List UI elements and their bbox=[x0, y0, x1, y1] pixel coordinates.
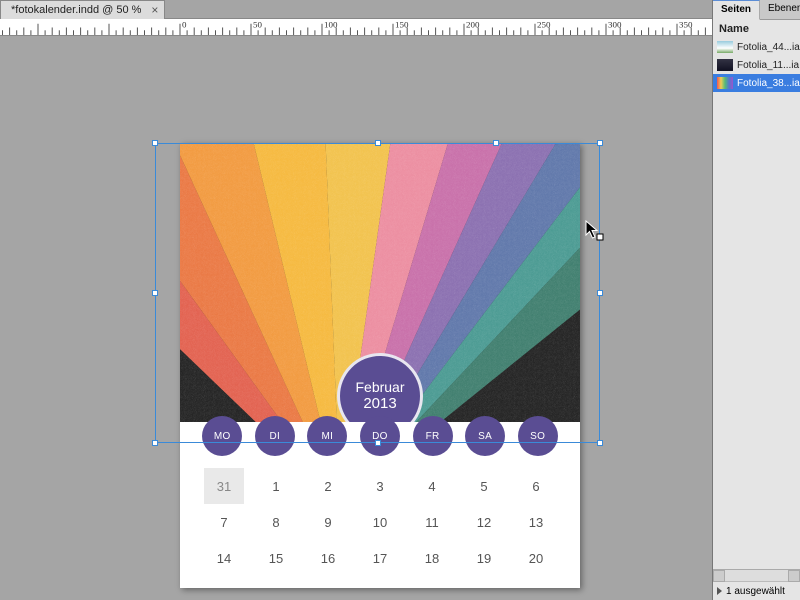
links-list: Fotolia_44...ia Fotolia_11...ia Fotolia_38… bbox=[713, 38, 800, 92]
calendar-cell: 4 bbox=[412, 468, 452, 504]
link-thumbnail bbox=[717, 77, 733, 89]
calendar-cell: 1 bbox=[256, 468, 296, 504]
document-page[interactable]: Februar 2013 MODIMIDOFRSASO 311234567891… bbox=[180, 143, 580, 588]
calendar-cell: 6 bbox=[516, 468, 556, 504]
calendar-cell: 18 bbox=[412, 540, 452, 576]
weekday-badge: MI bbox=[307, 416, 347, 456]
weekday-badge: SA bbox=[465, 416, 505, 456]
link-label: Fotolia_44...ia bbox=[737, 42, 800, 53]
weekday-badge: DO bbox=[360, 416, 400, 456]
cursor-icon bbox=[585, 220, 605, 244]
links-panel: Seiten Ebenen Name Fotolia_44...iaFotoli… bbox=[712, 0, 800, 600]
calendar-cell: 16 bbox=[308, 540, 348, 576]
year-label: 2013 bbox=[363, 395, 396, 412]
weekday-badge: DI bbox=[255, 416, 295, 456]
weekday-row: MO DI MI DO FR SA SO bbox=[180, 416, 580, 456]
svg-text:0: 0 bbox=[182, 20, 187, 30]
document-tab-bar: *fotokalender.indd @ 50 % × bbox=[0, 0, 712, 19]
calendar-cell: 11 bbox=[412, 504, 452, 540]
link-label: Fotolia_11...ia bbox=[737, 60, 799, 71]
panel-scrollbar[interactable] bbox=[713, 570, 800, 582]
weekday-badge: MO bbox=[202, 416, 242, 456]
link-thumbnail bbox=[717, 59, 733, 71]
resize-handle[interactable] bbox=[597, 440, 603, 446]
svg-text:50: 50 bbox=[253, 20, 263, 30]
calendar-grid: 311234567891011121314151617181920 bbox=[180, 460, 580, 588]
ruler-horizontal[interactable]: 050100150200250300350 bbox=[0, 19, 712, 36]
calendar-cell: 15 bbox=[256, 540, 296, 576]
document-tab[interactable]: *fotokalender.indd @ 50 % × bbox=[0, 0, 165, 19]
calendar-cell: 3 bbox=[360, 468, 400, 504]
panel-status-bar: 1 ausgewählt bbox=[713, 582, 800, 600]
calendar-cell: 19 bbox=[464, 540, 504, 576]
link-thumbnail bbox=[717, 41, 733, 53]
calendar-photo-frame[interactable]: Februar 2013 bbox=[180, 143, 580, 422]
resize-handle[interactable] bbox=[152, 290, 158, 296]
calendar-cell: 13 bbox=[516, 504, 556, 540]
link-item[interactable]: Fotolia_11...ia bbox=[713, 56, 800, 74]
calendar-cell: 20 bbox=[516, 540, 556, 576]
calendar-cell: 9 bbox=[308, 504, 348, 540]
selection-count: 1 ausgewählt bbox=[726, 586, 785, 597]
calendar-cell: 10 bbox=[360, 504, 400, 540]
calendar-cell: 31 bbox=[204, 468, 244, 504]
close-icon[interactable]: × bbox=[151, 3, 158, 17]
document-tab-title: *fotokalender.indd @ 50 % bbox=[11, 4, 141, 16]
tab-pages[interactable]: Seiten bbox=[713, 0, 760, 20]
calendar-cell: 17 bbox=[360, 540, 400, 576]
resize-handle[interactable] bbox=[597, 290, 603, 296]
resize-handle[interactable] bbox=[152, 140, 158, 146]
calendar-cell: 12 bbox=[464, 504, 504, 540]
calendar-cell: 7 bbox=[204, 504, 244, 540]
link-item[interactable]: Fotolia_44...ia bbox=[713, 38, 800, 56]
workspace[interactable]: Februar 2013 MODIMIDOFRSASO 311234567891… bbox=[0, 36, 712, 600]
link-item[interactable]: Fotolia_38...ia bbox=[713, 74, 800, 92]
resize-handle[interactable] bbox=[597, 140, 603, 146]
link-label: Fotolia_38...ia bbox=[737, 78, 800, 89]
tab-layers[interactable]: Ebenen bbox=[760, 0, 800, 19]
column-header-name[interactable]: Name bbox=[713, 20, 800, 38]
resize-handle[interactable] bbox=[152, 440, 158, 446]
disclosure-triangle-icon[interactable] bbox=[717, 587, 722, 595]
weekday-badge: FR bbox=[413, 416, 453, 456]
month-label: Februar bbox=[355, 379, 404, 395]
panel-tabs: Seiten Ebenen bbox=[713, 0, 800, 20]
calendar-cell: 14 bbox=[204, 540, 244, 576]
calendar-cell: 8 bbox=[256, 504, 296, 540]
calendar-cell: 5 bbox=[464, 468, 504, 504]
weekday-badge: SO bbox=[518, 416, 558, 456]
calendar-cell: 2 bbox=[308, 468, 348, 504]
